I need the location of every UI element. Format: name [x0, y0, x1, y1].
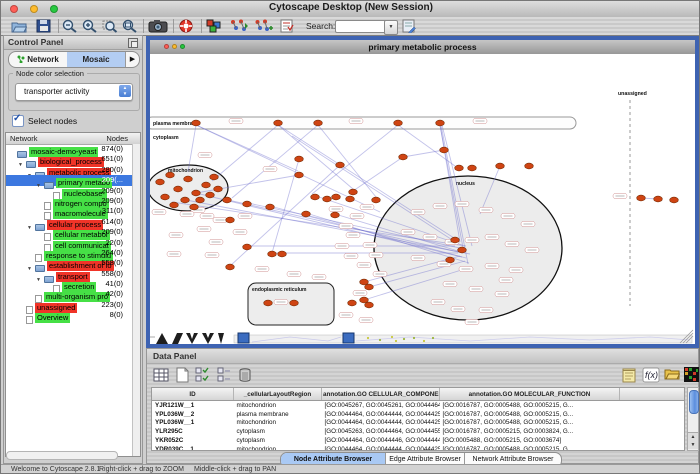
scrollbar-buttons[interactable]: ▲▼ — [688, 432, 698, 449]
tree-scrollbar[interactable] — [132, 144, 140, 456]
tree-row[interactable]: ▼primary metabo209(... — [6, 175, 133, 185]
control-panel-tabs: Network Mosaic ▶ — [8, 51, 140, 68]
zoom-out-icon[interactable] — [62, 19, 78, 33]
tree-row[interactable]: ▼cellular process614(0) — [6, 217, 133, 227]
control-panel-title: Control Panel — [8, 37, 63, 47]
zoom-fit-icon[interactable] — [122, 19, 138, 33]
tree-row[interactable]: ▼transport558(0) — [6, 269, 133, 279]
svg-text:endoplasmic reticulum: endoplasmic reticulum — [252, 287, 307, 293]
dropdown-stepper-icon: ▲▼ — [119, 85, 131, 97]
save-icon[interactable] — [36, 19, 52, 33]
tree-row[interactable]: Overview8(0) — [6, 310, 133, 320]
tree-row[interactable]: response to stimulu264(0) — [6, 248, 133, 258]
svg-text:cytoplasm: cytoplasm — [153, 135, 179, 141]
tree-row[interactable]: cellular metabol209(0) — [6, 227, 133, 237]
import-attributes-icon[interactable] — [664, 367, 680, 383]
search-config-icon[interactable] — [401, 19, 417, 33]
tab-mosaic[interactable]: Mosaic — [67, 52, 125, 67]
float-panel-icon[interactable] — [128, 38, 138, 48]
delete-attribute-icon[interactable] — [237, 367, 253, 383]
data-panel-title: Data Panel — [153, 351, 196, 361]
open-icon[interactable] — [11, 19, 27, 33]
main-toolbar: Search: ▼ — [1, 17, 700, 36]
window-title: Cytoscape Desktop (New Session) — [1, 2, 700, 13]
tree-row[interactable]: macromolecule311(0) — [6, 206, 133, 216]
tree-row[interactable]: ▼biological_process651(0) — [6, 154, 133, 164]
network-view-titlebar[interactable]: primary metabolic process — [150, 40, 695, 55]
network-canvas[interactable]: plasma membranecytoplasmmitochondrionnuc… — [150, 54, 695, 344]
status-item: Welcome to Cytoscape 2.8.1 — [11, 466, 100, 473]
new-network-icon[interactable] — [254, 19, 274, 33]
table-row[interactable]: YPL036W__1mitochondrion[GO:0044464, GO:0… — [152, 419, 685, 428]
select-attributes-icon[interactable] — [195, 367, 211, 383]
svg-text:f(x): f(x) — [645, 370, 658, 380]
hide-selected-icon[interactable] — [229, 19, 249, 33]
control-panel: Control Panel Network Mosaic ▶ Node colo… — [3, 35, 143, 464]
table-row[interactable]: YKR052Ccytoplasm[GO:0044464, GO:0044446,… — [152, 436, 685, 445]
network-tab-icon — [17, 53, 25, 61]
attribute-table[interactable]: ID_cellularLayoutRegionannotation.GO CEL… — [151, 387, 685, 451]
zoom-in-icon[interactable] — [82, 19, 98, 33]
control-panel-hscrollbar[interactable] — [6, 451, 118, 460]
zoom-selected-icon[interactable] — [102, 19, 118, 33]
table-row[interactable]: YDR039C__1mitochondrion[GO:0044464, GO:0… — [152, 445, 685, 451]
table-row[interactable]: YJR121W__1mitochondrion[GO:0045267, GO:0… — [152, 401, 685, 410]
tree-row[interactable]: mosaic-demo-yeast874(0) — [6, 144, 133, 154]
tree-row[interactable]: secretion41(0) — [6, 279, 133, 289]
dropdown-value: transporter activity — [24, 87, 89, 96]
node-color-selection-group: Node color selection transporter activit… — [8, 73, 140, 111]
tree-row[interactable]: nitrogen compo209(0) — [6, 196, 133, 206]
function-builder-icon[interactable]: f(x) — [642, 367, 658, 383]
snapshot-icon[interactable] — [148, 19, 168, 33]
data-panel-titlebar: Data Panel — [147, 349, 698, 364]
title-bar[interactable]: Cytoscape Desktop (New Session) — [1, 1, 700, 18]
network-tree-box: Network Nodes mosaic-demo-yeast874(0)▼bi… — [5, 132, 141, 457]
svg-text:unassigned: unassigned — [618, 91, 647, 97]
network-tree: mosaic-demo-yeast874(0)▼biological_proce… — [6, 144, 133, 321]
new-attribute-icon[interactable] — [174, 367, 190, 383]
network-view-frame: primary metabolic process plasma membran… — [146, 36, 699, 348]
tree-row[interactable]: ▼metabolic process280(0) — [6, 165, 133, 175]
tree-row[interactable]: cell communicat22(0) — [6, 238, 133, 248]
svg-text:nucleus: nucleus — [456, 181, 475, 187]
status-item: Right-click + drag to ZOOM — [99, 466, 184, 473]
cytoscape-window: Cytoscape Desktop (New Session) — [0, 0, 700, 474]
tab-overflow-arrow[interactable]: ▶ — [125, 52, 139, 67]
unselect-attributes-icon[interactable] — [216, 367, 232, 383]
table-scrollbar[interactable]: ▲▼ — [687, 387, 699, 451]
data-panel: Data Panel f(x) ID_cellularLayoutRegiona… — [146, 348, 699, 464]
vizmapper-icon[interactable] — [206, 19, 222, 33]
tree-row[interactable]: unassigned223(0) — [6, 300, 133, 310]
scrollbar-thumb[interactable] — [689, 390, 699, 414]
node-color-dropdown[interactable]: transporter activity ▲▼ — [15, 83, 133, 101]
control-panel-header: Control Panel — [4, 36, 142, 50]
network-view-title: primary metabolic process — [150, 42, 695, 52]
tree-row[interactable]: nucleobase-209(0) — [6, 186, 133, 196]
table-row[interactable]: YPL036W__2plasma membrane[GO:0044464, GO… — [152, 410, 685, 419]
annotation-icon[interactable] — [279, 19, 295, 33]
table-row[interactable]: YLR295Ccytoplasm[GO:0045263, GO:0044464,… — [152, 427, 685, 436]
search-input[interactable] — [335, 20, 389, 33]
status-item: Middle-click + drag to PAN — [194, 466, 276, 473]
notepad-icon[interactable] — [621, 367, 637, 383]
attribute-table-icon[interactable] — [153, 367, 169, 383]
search-label: Search: — [306, 21, 335, 31]
group-label: Node color selection — [13, 69, 87, 78]
select-nodes-label: Select nodes — [28, 116, 77, 126]
heatmap-icon[interactable] — [684, 367, 700, 383]
status-bar: Welcome to Cytoscape 2.8.1Right-click + … — [1, 464, 700, 474]
tab-network[interactable]: Network — [9, 52, 67, 67]
help-icon[interactable] — [178, 19, 194, 33]
select-nodes-checkbox[interactable] — [12, 115, 24, 127]
search-dropdown-icon[interactable]: ▼ — [384, 20, 398, 35]
tree-row[interactable]: ▼establishment of lo558(0) — [6, 258, 133, 268]
tree-row[interactable]: multi-organism pro42(0) — [6, 289, 133, 299]
